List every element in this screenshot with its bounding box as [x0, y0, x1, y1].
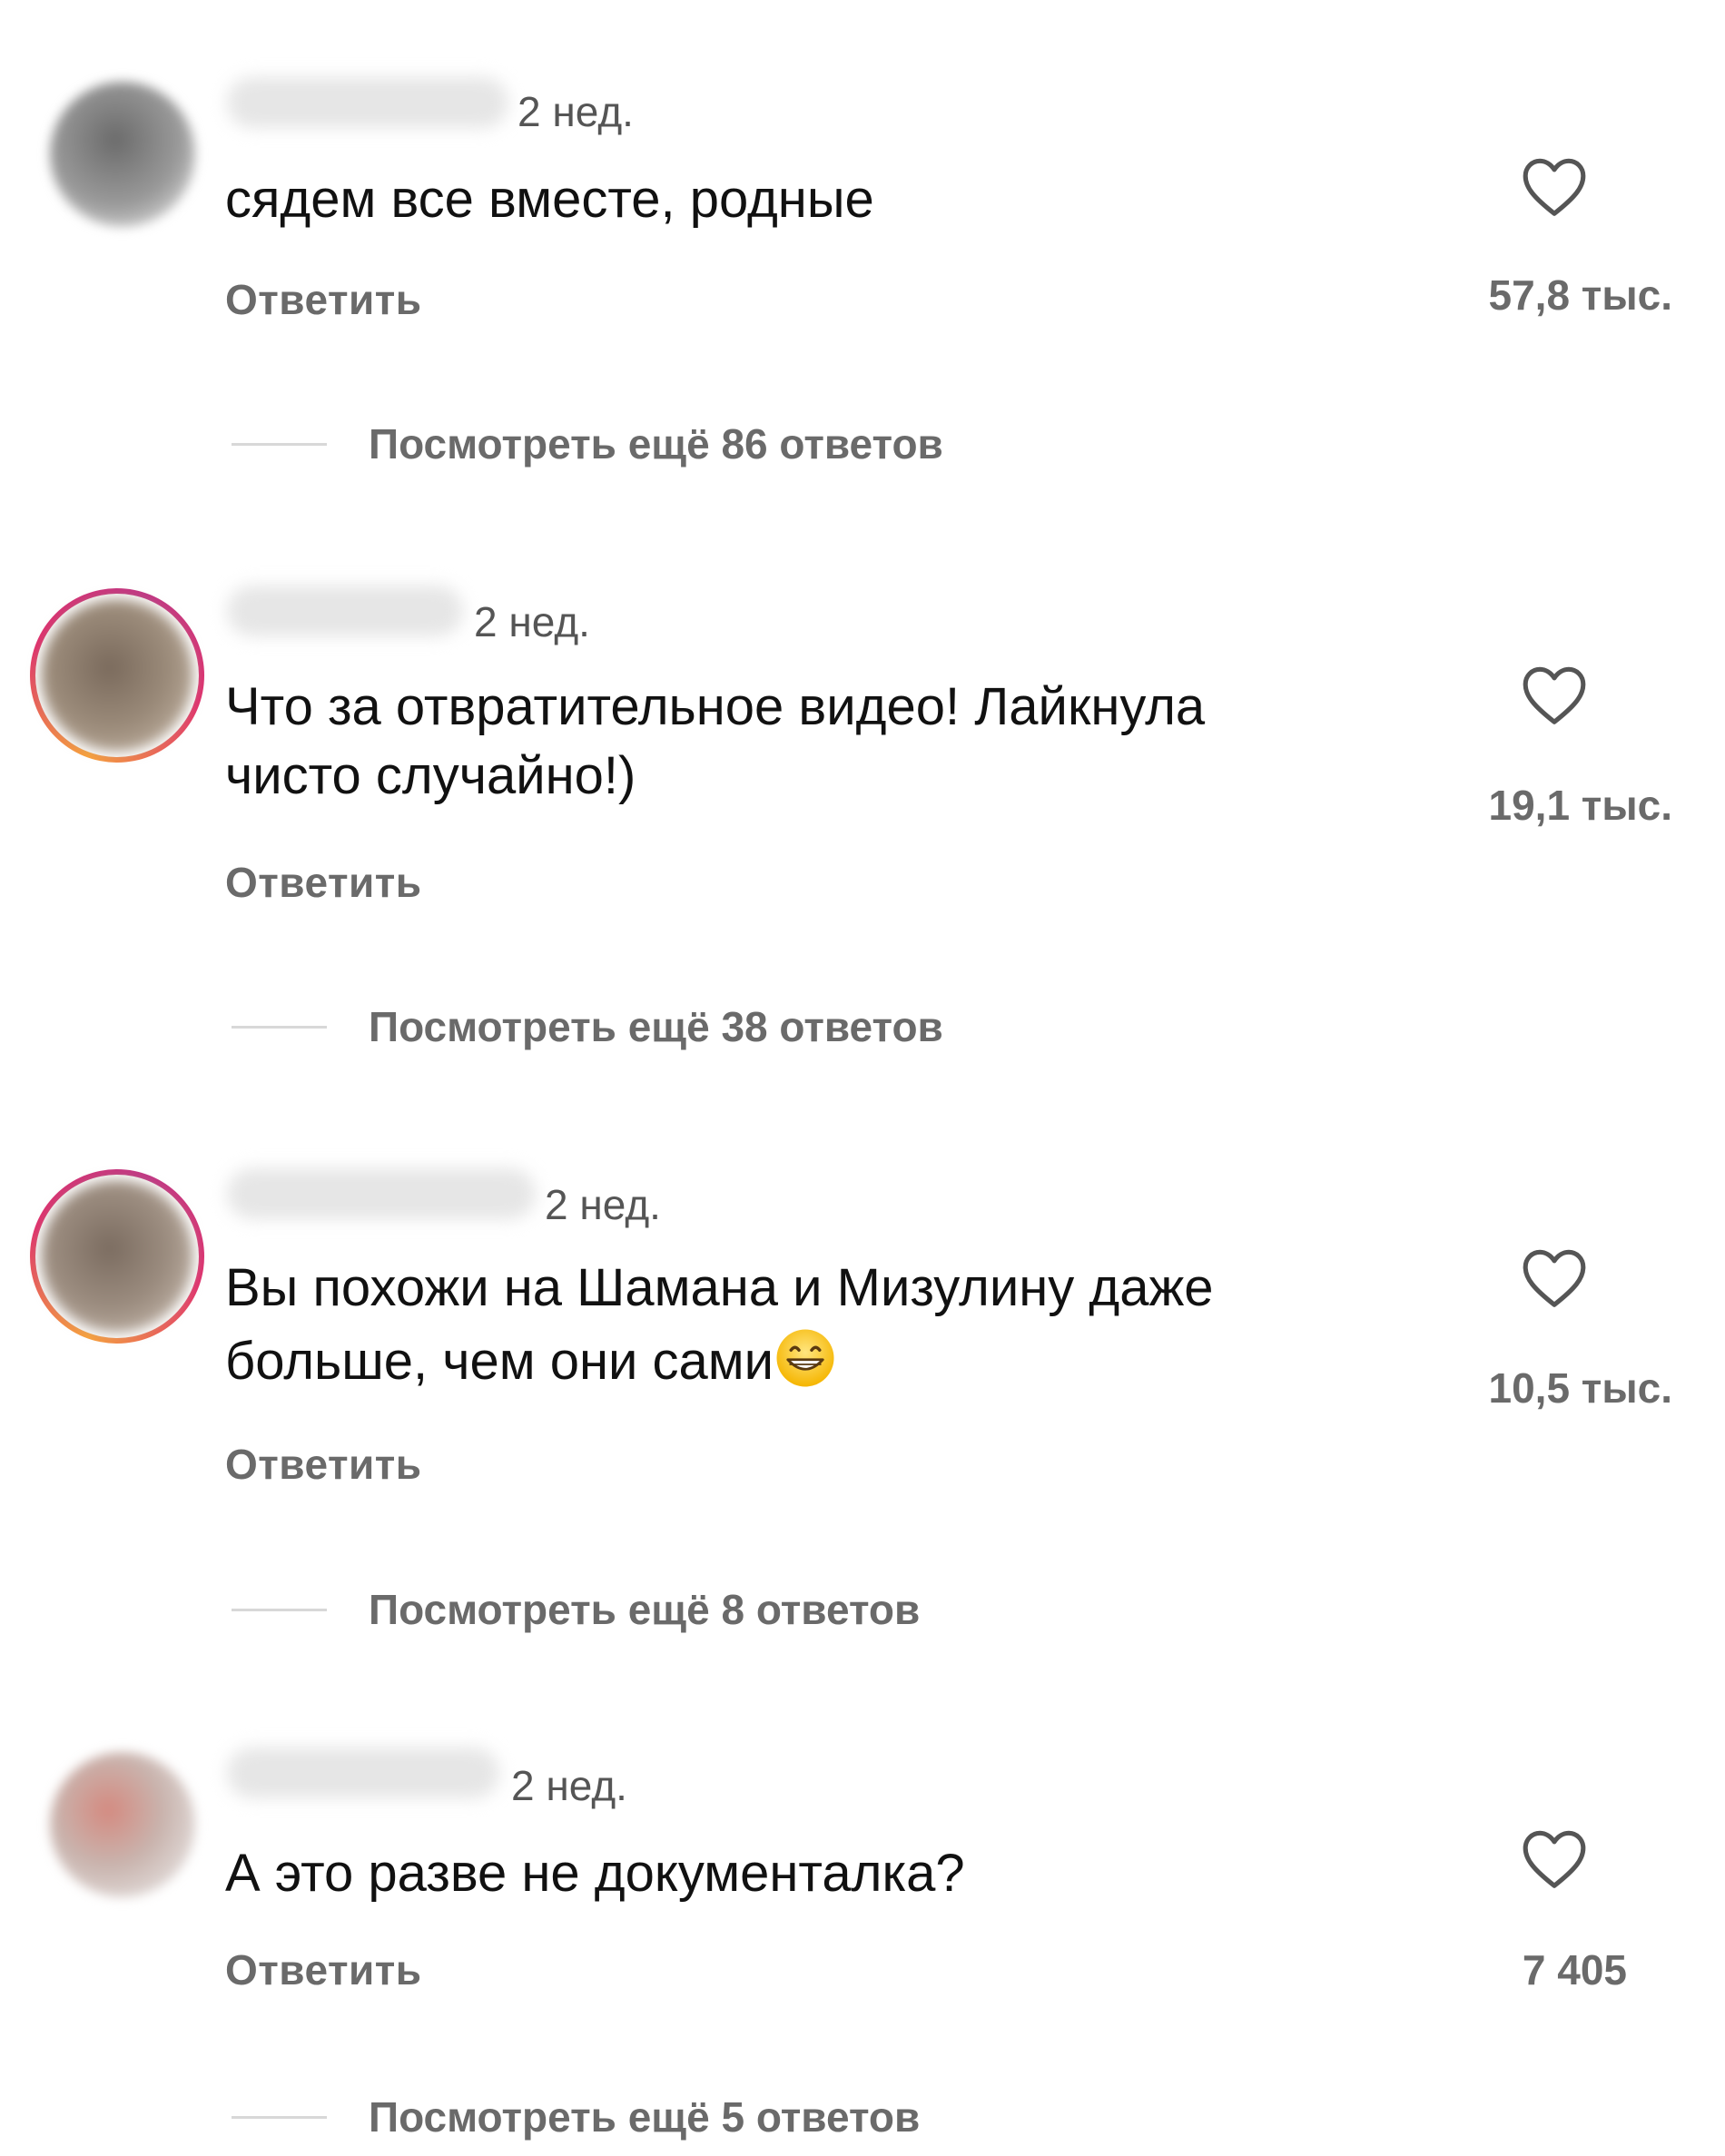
heart-icon[interactable] [1518, 1245, 1591, 1309]
divider-line [232, 1608, 327, 1611]
avatar [41, 1180, 193, 1333]
avatar [41, 599, 193, 752]
reply-button[interactable]: Ответить [225, 1945, 422, 1994]
avatar[interactable] [50, 1752, 195, 1897]
like-count: 10,5 тыс. [1488, 1364, 1673, 1412]
view-more-replies[interactable]: Посмотреть ещё 8 ответов [232, 1582, 920, 1637]
comment-text-line: больше, чем они сами [225, 1326, 1424, 1393]
comment-time: 2 нед. [511, 1762, 627, 1809]
view-more-replies-label: Посмотреть ещё 5 ответов [369, 2093, 921, 2141]
view-more-replies[interactable]: Посмотреть ещё 5 ответов [232, 2090, 920, 2144]
username-blurred[interactable] [227, 1747, 499, 1798]
comment-text-line: Что за отвратительное видео! Лайкнула [225, 677, 1206, 736]
reply-button[interactable]: Ответить [225, 858, 422, 907]
like-count: 19,1 тыс. [1488, 782, 1673, 829]
comment-text-line: чисто случайно!) [225, 746, 636, 805]
comment-time: 2 нед. [474, 598, 590, 645]
comment-text: А это разве не документалка? [225, 1844, 965, 1903]
heart-icon[interactable] [1518, 663, 1591, 726]
heart-icon[interactable] [1518, 154, 1591, 218]
avatar-story-ring[interactable] [30, 588, 204, 763]
comment-time: 2 нед. [545, 1181, 661, 1228]
avatar-story-ring[interactable] [30, 1169, 204, 1344]
divider-line [232, 1025, 327, 1029]
heart-icon[interactable] [1518, 1826, 1591, 1890]
divider-line [232, 2115, 327, 2119]
view-more-replies-label: Посмотреть ещё 8 ответов [369, 1586, 921, 1633]
username-blurred[interactable] [227, 586, 463, 636]
divider-line [232, 442, 327, 446]
reply-button[interactable]: Ответить [225, 1440, 422, 1489]
reply-button[interactable]: Ответить [225, 275, 422, 324]
comment-text: больше, чем они сами [225, 1332, 774, 1391]
view-more-replies[interactable]: Посмотреть ещё 38 ответов [232, 999, 943, 1054]
comment-text: сядем все вместе, родные [225, 170, 874, 229]
comment-time: 2 нед. [518, 88, 634, 135]
view-more-replies-label: Посмотреть ещё 38 ответов [369, 1003, 943, 1050]
grinning-face-emoji-icon [776, 1329, 834, 1387]
view-more-replies-label: Посмотреть ещё 86 ответов [369, 420, 943, 468]
like-count: 57,8 тыс. [1488, 271, 1673, 319]
username-blurred[interactable] [227, 77, 508, 128]
username-blurred[interactable] [227, 1168, 536, 1219]
view-more-replies[interactable]: Посмотреть ещё 86 ответов [232, 417, 943, 471]
avatar[interactable] [50, 82, 195, 227]
like-count: 7 405 [1522, 1946, 1627, 1994]
comment-text-line: Вы похожи на Шамана и Мизулину даже [225, 1258, 1214, 1317]
